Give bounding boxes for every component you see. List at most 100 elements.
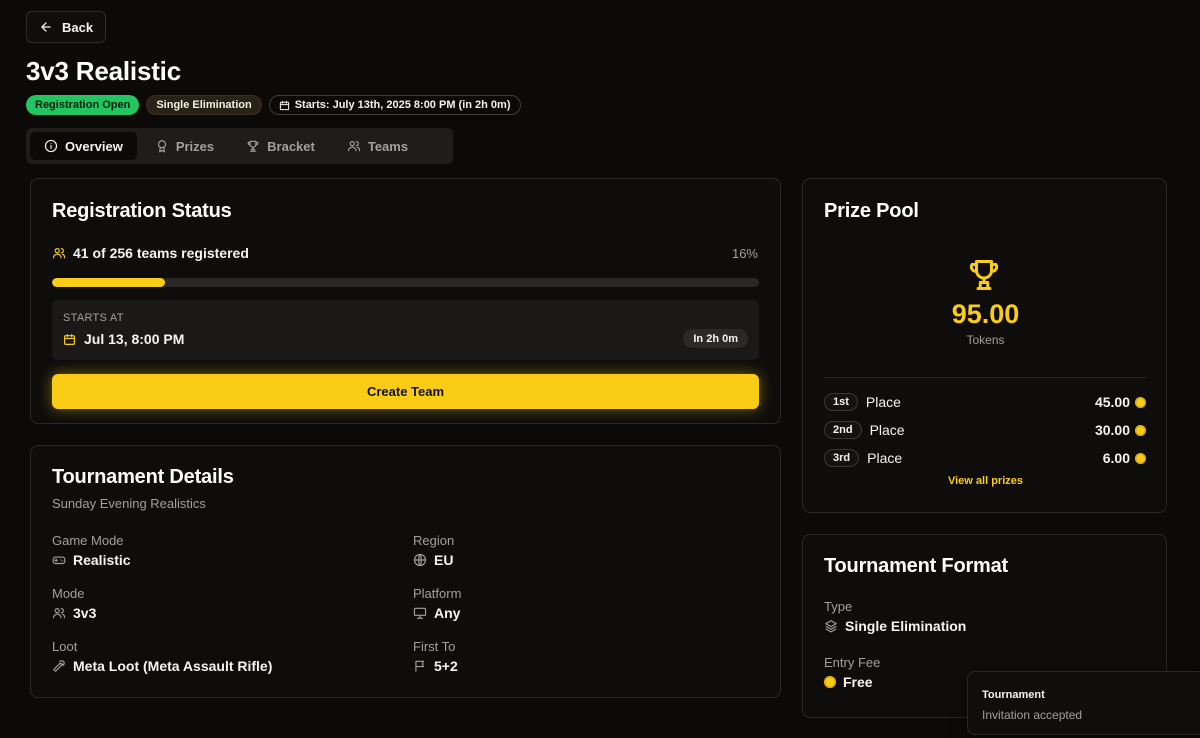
detail-region-value-row: EU [413, 552, 454, 568]
detail-region-label: Region [413, 533, 455, 548]
coin-icon [1135, 396, 1146, 408]
detail-first-to-value: 5+2 [434, 658, 458, 674]
prize-place-row: 2nd Place 30.00 [824, 419, 1146, 441]
starts-at-label: STARTS AT [63, 312, 124, 324]
tab-teams[interactable]: Teams [333, 132, 422, 160]
tournament-details-card: Tournament Details Sunday Evening Realis… [30, 445, 781, 698]
layers-icon [825, 620, 837, 633]
arrow-left-icon [41, 22, 51, 32]
start-time-text: Starts: July 13th, 2025 8:00 PM (in 2h 0… [294, 99, 511, 111]
detail-game-mode-value-row: Realistic [52, 552, 131, 568]
detail-platform: Platform Any [413, 586, 461, 621]
place-label: Place [867, 450, 903, 466]
start-time-badge: Starts: July 13th, 2025 8:00 PM (in 2h 0… [268, 95, 521, 115]
entry-fee-value: Free [843, 674, 873, 690]
prize-place-left: 1st Place [824, 393, 901, 411]
place-amount: 6.00 [1102, 450, 1130, 466]
detail-loot: Loot Meta Loot (Meta Assault Rifle) [52, 639, 272, 674]
starts-at-box: STARTS AT Jul 13, 8:00 PM In 2h 0m [52, 300, 759, 360]
monitor-icon [413, 607, 427, 619]
detail-game-mode: Game Mode Realistic [52, 533, 131, 568]
back-button[interactable]: Back [26, 11, 106, 43]
trophy-icon [969, 260, 999, 290]
prize-pool-amount: 95.00 [951, 299, 1020, 329]
registered-text: 41 of 256 teams registered [73, 245, 249, 261]
prize-place-row: 3rd Place 6.00 [824, 447, 1146, 469]
starts-at-date: Jul 13, 8:00 PM [63, 331, 184, 347]
prize-place-right: 30.00 [1095, 422, 1146, 438]
format-type-value: Single Elimination [845, 618, 967, 634]
tab-bar: Overview Prizes Bracket Teams [26, 128, 453, 164]
info-icon [44, 139, 58, 153]
tournament-page: Back 3v3 Realistic Registration Open Sin… [0, 0, 1200, 738]
coin-icon [1135, 424, 1146, 436]
view-all-prizes-link[interactable]: View all prizes [803, 475, 1168, 487]
countdown-badge: In 2h 0m [683, 329, 748, 348]
entry-fee-label: Entry Fee [824, 655, 881, 670]
users-icon [52, 608, 66, 619]
coin-icon [824, 676, 836, 688]
gamepad-icon [52, 556, 66, 565]
badge-row: Registration Open Single Elimination Sta… [26, 95, 521, 115]
coin-icon [1135, 452, 1146, 464]
format-type: Type Single Elimination [824, 599, 966, 634]
detail-game-mode-label: Game Mode [52, 533, 124, 548]
tab-teams-label: Teams [367, 138, 409, 154]
prize-divider [824, 377, 1146, 378]
detail-platform-label: Platform [413, 586, 462, 601]
place-rank-badge: 3rd [824, 449, 860, 467]
place-rank-badge: 1st [824, 393, 858, 411]
toast-message: Invitation accepted [982, 708, 1083, 722]
prize-place-right: 45.00 [1095, 394, 1146, 410]
flag-icon [415, 660, 425, 672]
detail-game-mode-value: Realistic [73, 552, 131, 568]
award-icon [157, 140, 166, 153]
detail-mode-value-row: 3v3 [52, 605, 96, 621]
place-rank-badge: 2nd [824, 421, 862, 439]
place-label: Place [865, 394, 901, 410]
tab-bracket-label: Bracket [267, 138, 315, 154]
details-subtitle: Sunday Evening Realistics [52, 496, 206, 511]
toast-title: Tournament [982, 689, 1045, 701]
calendar-icon [64, 333, 75, 345]
registration-progress [52, 278, 759, 287]
registration-title: Registration Status [52, 200, 232, 222]
calendar-icon [279, 100, 289, 110]
detail-region-value: EU [434, 552, 454, 568]
tab-prizes[interactable]: Prizes [141, 132, 228, 160]
detail-mode: Mode 3v3 [52, 586, 96, 621]
tab-overview[interactable]: Overview [30, 132, 137, 160]
format-badge: Single Elimination [146, 95, 262, 115]
detail-first-to: First To 5+2 [413, 639, 458, 674]
tab-bracket[interactable]: Bracket [232, 132, 329, 160]
registration-status-card: Registration Status 41 of 256 teams regi… [30, 178, 781, 424]
details-title: Tournament Details [52, 466, 234, 488]
prize-place-left: 3rd Place [824, 449, 902, 467]
detail-platform-value: Any [434, 605, 461, 621]
trophy-icon [247, 140, 259, 152]
tab-overview-label: Overview [65, 138, 123, 154]
place-label: Place [869, 422, 905, 438]
notification-toast[interactable]: Tournament Invitation accepted [967, 671, 1200, 735]
entry-fee-value-row: Free [824, 674, 880, 690]
detail-first-to-label: First To [413, 639, 456, 654]
hammer-icon [53, 660, 65, 672]
status-badge: Registration Open [26, 95, 140, 115]
back-label: Back [62, 19, 94, 35]
starts-at-date-text: Jul 13, 8:00 PM [84, 331, 185, 347]
tab-prizes-label: Prizes [175, 138, 215, 154]
prize-pool-unit: Tokens [966, 333, 1005, 347]
users-icon [52, 248, 66, 259]
page-title: 3v3 Realistic [26, 56, 181, 86]
detail-platform-value-row: Any [413, 605, 461, 621]
create-team-button[interactable]: Create Team [52, 374, 759, 409]
prize-place-right: 6.00 [1103, 450, 1146, 466]
place-amount: 30.00 [1094, 422, 1130, 438]
globe-icon [413, 553, 427, 567]
prize-pool-card: Prize Pool 95.00 Tokens 1st Place 45.00 … [802, 178, 1167, 513]
format-type-value-row: Single Elimination [824, 618, 966, 634]
detail-mode-value: 3v3 [73, 605, 97, 621]
detail-loot-value: Meta Loot (Meta Assault Rifle) [73, 658, 273, 674]
detail-mode-label: Mode [52, 586, 85, 601]
place-amount: 45.00 [1094, 394, 1130, 410]
